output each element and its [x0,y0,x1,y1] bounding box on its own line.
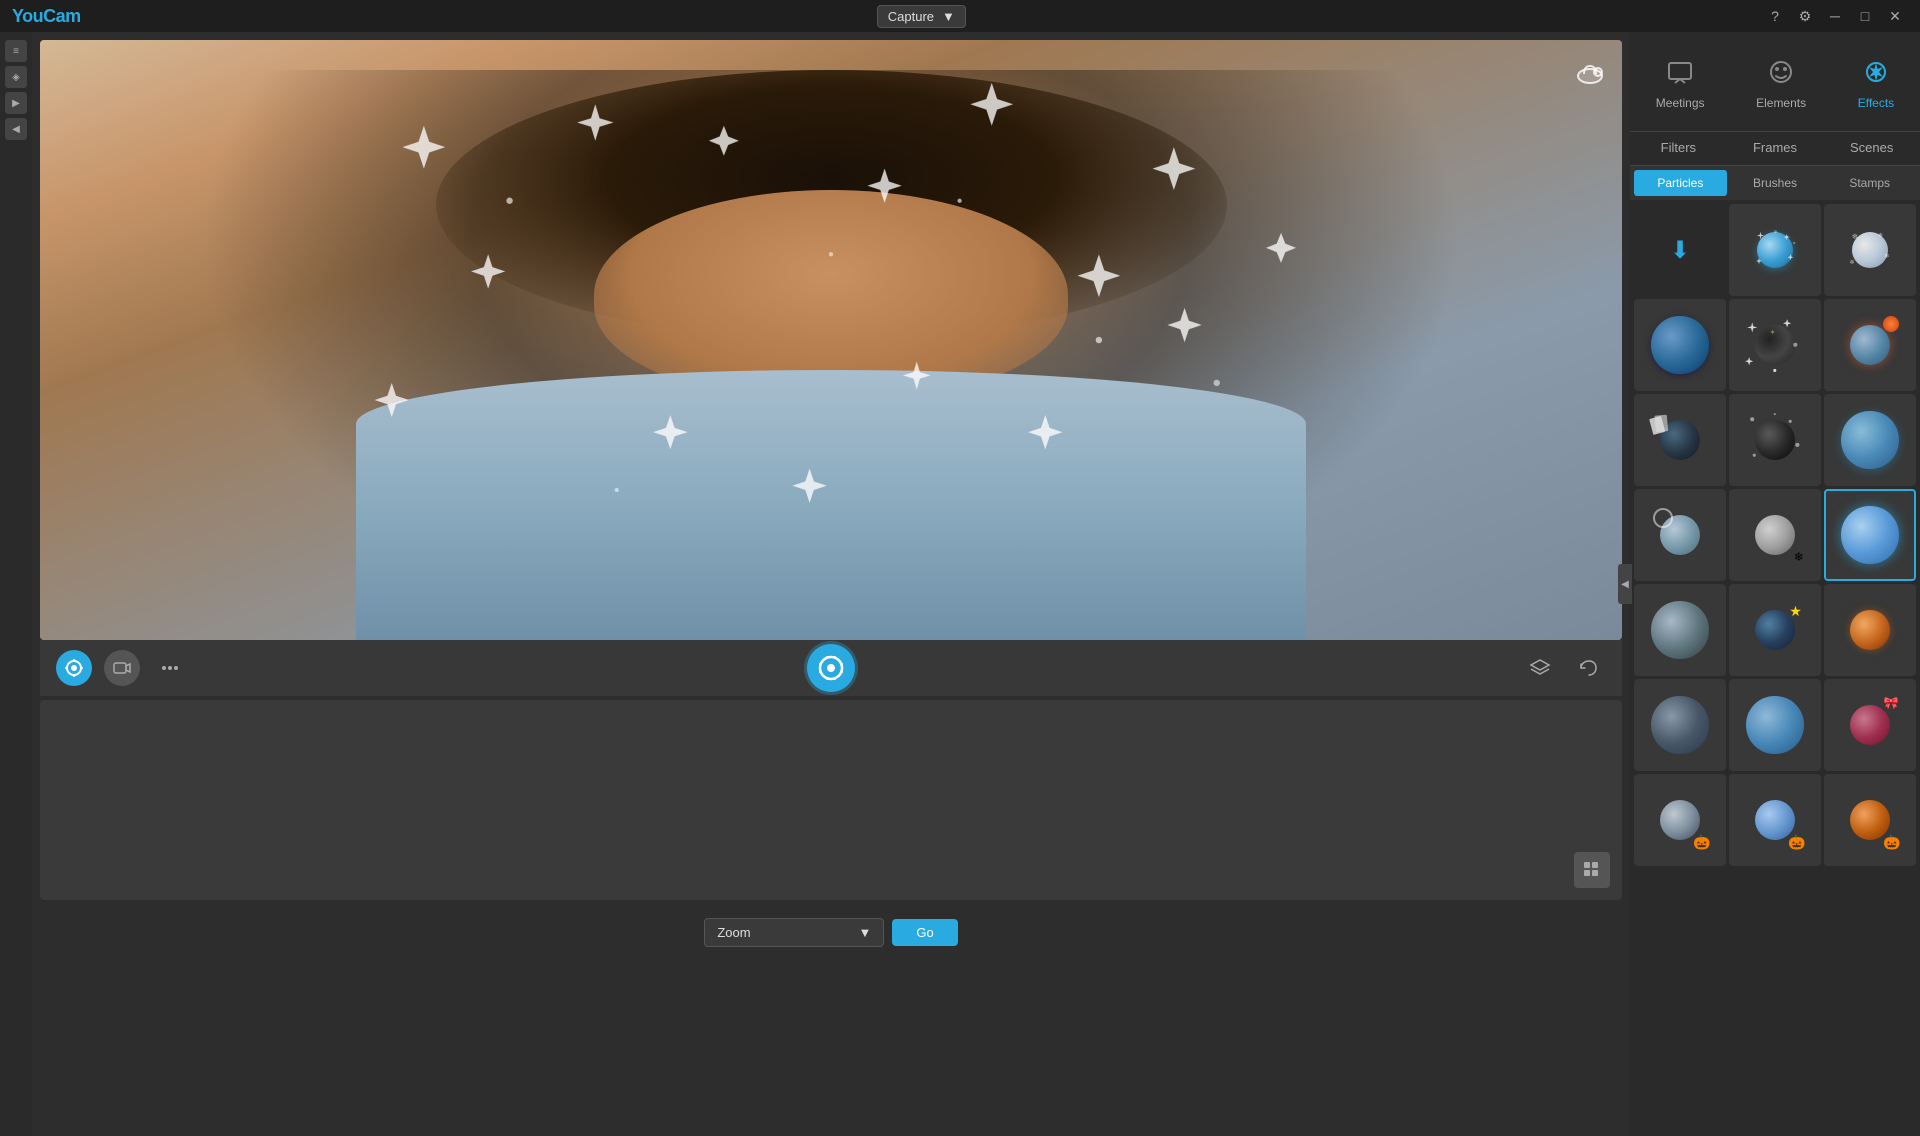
effect-blue-dark1[interactable] [1634,299,1726,391]
effects-row-4: ❄ [1634,489,1916,581]
download-icon: ⬇ [1670,236,1690,265]
grid-view-button[interactable] [1574,852,1610,888]
effects-row-6: 🎀 [1634,679,1916,771]
svg-text:❄: ❄ [1849,258,1854,265]
tab-filters[interactable]: Filters [1630,132,1727,165]
effects-row-1: ⬇ [1634,204,1916,296]
sidebar-tool-2[interactable]: ◈ [5,66,27,88]
meetings-icon [1662,54,1698,90]
video-background [40,40,1622,640]
effect-selected1[interactable] [1824,489,1916,581]
video-button[interactable] [104,650,140,686]
effects-row-5: ★ [1634,584,1916,676]
svg-text:❄: ❄ [1883,251,1889,259]
effects-row-7: 🎃 🎃 🎃 [1634,774,1916,866]
left-sidebar: ≡ ◈ ▶ ◀ [0,32,32,1136]
effects-row-2: ✦ [1634,299,1916,391]
effects-label: Effects [1858,96,1894,110]
nav-elements[interactable]: Elements [1744,48,1818,116]
sidebar-tool-3[interactable]: ▶ [5,92,27,114]
capture-dropdown[interactable]: Capture ▼ [877,5,966,28]
layers-button[interactable] [1522,650,1558,686]
bottom-panel [40,700,1622,900]
effect-halloween2[interactable]: 🎃 [1729,774,1821,866]
settings-button[interactable]: ⚙ [1792,3,1818,29]
titlebar-controls: ? ⚙ ─ □ ✕ [1762,3,1908,29]
nav-effects[interactable]: Effects [1846,48,1906,116]
cloud-upload-icon[interactable] [1570,52,1610,92]
svg-text:✦: ✦ [1770,329,1776,337]
effect-lens1[interactable] [1634,489,1726,581]
effect-warm1[interactable] [1824,299,1916,391]
effect-halloween1[interactable]: 🎃 [1634,774,1726,866]
elements-icon [1763,54,1799,90]
elements-label: Elements [1756,96,1806,110]
zoom-label: Zoom [717,925,750,940]
effects-subtabs: Particles Brushes Stamps [1630,166,1920,200]
titlebar: YouCam Capture ▼ ? ⚙ ─ □ ✕ [0,0,1920,32]
subtab-brushes[interactable]: Brushes [1729,170,1822,196]
tab-frames[interactable]: Frames [1727,132,1824,165]
effect-orange1[interactable] [1824,584,1916,676]
effect-cards1[interactable] [1634,394,1726,486]
effect-download[interactable]: ⬇ [1634,204,1726,296]
close-button[interactable]: ✕ [1882,3,1908,29]
video-preview [40,40,1622,640]
go-button[interactable]: Go [892,919,957,946]
dropdown-arrow: ▼ [942,9,955,24]
nav-meetings[interactable]: Meetings [1644,48,1717,116]
effect-snow2[interactable]: ❄ ❄ ❄ ❄ [1824,204,1916,296]
effect-halloween3[interactable]: 🎃 [1824,774,1916,866]
tab-scenes[interactable]: Scenes [1823,132,1920,165]
svg-text:❄: ❄ [1851,232,1857,241]
effects-tabs: Filters Frames Scenes [1630,132,1920,166]
help-button[interactable]: ? [1762,3,1788,29]
effects-grid: ⬇ [1630,200,1920,1136]
effect-dark-smoke1[interactable] [1634,584,1726,676]
more-options-button[interactable] [152,650,188,686]
subtab-particles[interactable]: Particles [1634,170,1727,196]
capture-button[interactable] [807,644,855,692]
undo-button[interactable] [1570,650,1606,686]
sidebar-tool-1[interactable]: ≡ [5,40,27,62]
sidebar-tool-4[interactable]: ◀ [5,118,27,140]
effect-plain1[interactable] [1824,394,1916,486]
app-logo: YouCam [12,6,81,27]
effects-row-3 [1634,394,1916,486]
subtab-stamps[interactable]: Stamps [1823,170,1916,196]
minimize-button[interactable]: ─ [1822,3,1848,29]
effects-icon [1858,54,1894,90]
preview-toolbar [40,640,1622,696]
maximize-button[interactable]: □ [1852,3,1878,29]
effect-dark2[interactable] [1634,679,1726,771]
effect-star1[interactable]: ★ [1729,584,1821,676]
effect-smoke1[interactable]: ❄ [1729,489,1821,581]
main-layout: ≡ ◈ ▶ ◀ [0,32,1920,1136]
effect-snow1[interactable] [1729,204,1821,296]
center-area: Zoom ▼ Go [32,32,1630,1136]
bottom-bar: Zoom ▼ Go [32,908,1630,956]
effect-plain2[interactable] [1729,679,1821,771]
zoom-arrow: ▼ [858,925,871,940]
capture-label: Capture [888,9,934,24]
toolbar-right [1522,650,1606,686]
meetings-label: Meetings [1656,96,1705,110]
effect-sparkle1[interactable]: ✦ [1729,299,1821,391]
effect-black1[interactable] [1729,394,1821,486]
right-nav: Meetings Elements [1630,32,1920,132]
svg-text:❄: ❄ [1877,232,1882,239]
right-panel: ◀ Meetings [1630,32,1920,1136]
camera-button[interactable] [56,650,92,686]
zoom-select[interactable]: Zoom ▼ [704,918,884,947]
effect-ribbon1[interactable]: 🎀 [1824,679,1916,771]
collapse-panel-button[interactable]: ◀ [1618,564,1632,604]
